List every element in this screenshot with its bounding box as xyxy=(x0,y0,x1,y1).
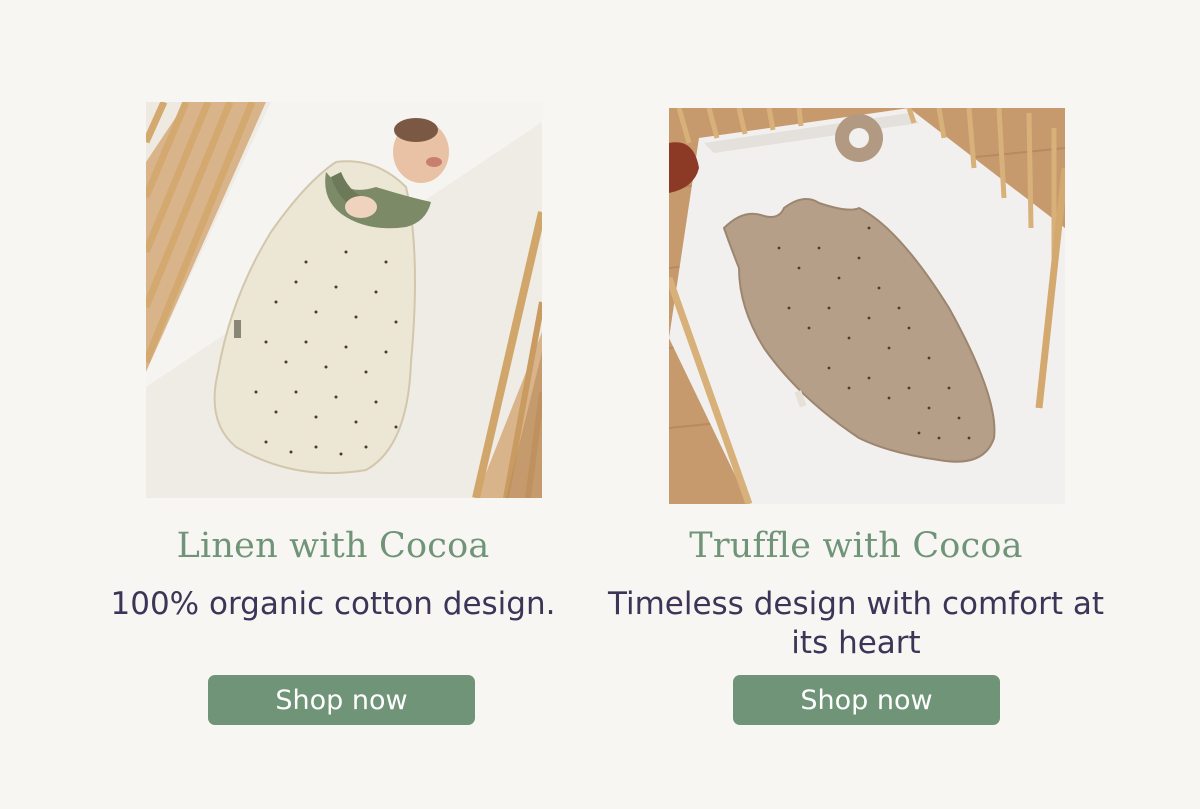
product-promo-page: Linen with Cocoa 100% organic cotton des… xyxy=(0,0,1200,809)
product-card-linen xyxy=(146,102,542,498)
product-title-linen: Linen with Cocoa xyxy=(176,526,490,566)
product-image-linen[interactable] xyxy=(146,102,542,498)
product-description-text: 100% organic cotton design. xyxy=(110,586,556,622)
shop-now-button-truffle[interactable]: Shop now xyxy=(733,675,1000,725)
product-title-truffle: Truffle with Cocoa xyxy=(689,526,1023,566)
product-description-truffle: Timeless design with comfort at its hear… xyxy=(596,585,1116,663)
product-card-truffle xyxy=(669,108,1065,504)
shop-now-button-linen[interactable]: Shop now xyxy=(208,675,475,725)
product-description-text: Timeless design with comfort at its hear… xyxy=(607,586,1104,661)
product-image-truffle[interactable] xyxy=(669,108,1065,504)
product-description-linen: 100% organic cotton design. xyxy=(73,585,593,624)
